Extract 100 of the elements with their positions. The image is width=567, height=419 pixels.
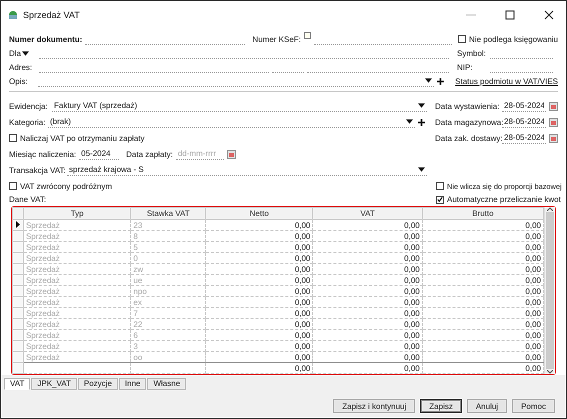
caret-icon[interactable] <box>418 103 425 108</box>
table-cell: 0,00 <box>312 340 422 352</box>
table-cell: 23 <box>130 220 206 230</box>
scroll-down-icon[interactable] <box>547 370 553 374</box>
plus-icon[interactable] <box>437 78 444 84</box>
vat-transaction-dropdown[interactable]: sprzedaż krajowa - S <box>67 164 427 176</box>
table-cell: 0,00 <box>422 230 544 242</box>
checkbox[interactable] <box>436 196 444 204</box>
table-cell: 0,00 <box>422 330 544 340</box>
column-header[interactable]: Brutto <box>422 208 544 220</box>
field-label: Opis: <box>9 76 29 86</box>
vies-status-link[interactable]: Status podmiotu w VAT/VIES <box>455 76 558 86</box>
table-cell: 0,00 <box>312 308 422 318</box>
month-field[interactable]: 05-2024 <box>79 148 120 160</box>
payment-date-field[interactable]: dd-mm-rrrr <box>176 148 224 160</box>
info-icon <box>304 32 311 39</box>
table-cell: ue <box>130 274 206 286</box>
checkbox-label: VAT zwrócony podróżnym <box>20 182 112 190</box>
field-label: Data wystawienia: <box>435 102 499 110</box>
checkbox[interactable] <box>458 35 466 43</box>
combo-value: (brak) <box>50 117 71 126</box>
close-icon <box>544 10 554 20</box>
table-cell: 8 <box>130 230 206 242</box>
table-cell: Sprzedaż <box>23 296 131 308</box>
field-label: NIP: <box>457 62 474 72</box>
tab[interactable]: Inne <box>118 378 146 390</box>
plus-icon[interactable] <box>418 118 425 126</box>
table-cell: Sprzedaż <box>23 264 131 274</box>
table-cell: 0,00 <box>312 264 422 274</box>
table-cell: 0,00 <box>312 274 422 286</box>
section-label: Dane VAT: <box>9 195 46 204</box>
column-header[interactable]: Stawka VAT <box>130 208 206 220</box>
save-button[interactable]: Zapisz <box>420 399 462 413</box>
field-label: Numer dokumentu: <box>9 34 82 44</box>
table-cell: 0,00 <box>422 242 544 252</box>
table-cell: oo <box>130 352 206 362</box>
table-cell: 0,00 <box>206 264 313 274</box>
table-cell: 0,00 <box>422 264 544 274</box>
field-label: Transakcja VAT: <box>9 166 64 174</box>
checkbox-label: Automatyczne przeliczanie kwot <box>447 195 561 204</box>
field-label: Numer KSeF: <box>252 34 301 44</box>
table-cell: 0,00 <box>206 286 313 296</box>
cancel-button[interactable]: Anuluj <box>466 399 508 413</box>
category-dropdown[interactable]: (brak) <box>48 116 415 128</box>
save-continue-button[interactable]: Zapisz i kontynuuj <box>333 399 416 413</box>
checkbox[interactable] <box>9 182 17 190</box>
table-cell: npo <box>130 286 206 296</box>
table-cell: Sprzedaż <box>23 330 131 340</box>
checkbox[interactable] <box>9 134 17 142</box>
total-cell: 0,00 <box>312 362 422 374</box>
table-cell: 0,00 <box>312 220 422 230</box>
table-cell: 6 <box>130 330 206 340</box>
register-dropdown[interactable]: Faktury VAT (sprzedaż) <box>52 100 427 112</box>
column-header[interactable]: VAT <box>312 208 422 220</box>
caret-icon[interactable] <box>425 78 432 83</box>
table-cell: 0,00 <box>206 274 313 286</box>
description-field[interactable] <box>38 76 434 86</box>
table-cell: 0,00 <box>312 242 422 252</box>
table-cell: 7 <box>130 308 206 318</box>
row-indicator[interactable] <box>12 220 24 230</box>
combo-value: Faktury VAT (sprzedaż) <box>54 101 138 110</box>
scrollbar-thumb[interactable] <box>546 212 554 369</box>
table-cell: 0,00 <box>206 318 313 330</box>
table-cell: 0,00 <box>312 318 422 330</box>
caret-icon[interactable] <box>22 50 30 56</box>
app-logo-icon <box>8 10 18 20</box>
column-header[interactable]: Netto <box>206 208 313 220</box>
scroll-up-icon[interactable] <box>547 207 553 211</box>
column-header[interactable]: Typ <box>23 208 131 220</box>
field-label: Ewidencja: <box>9 102 49 110</box>
caret-icon[interactable] <box>406 119 413 124</box>
table-cell: ex <box>130 296 206 308</box>
tab[interactable]: Pozycje <box>78 378 118 390</box>
table-cell: Sprzedaż <box>23 274 131 286</box>
checkbox[interactable] <box>436 182 444 190</box>
field-label: Miesiąc naliczenia: <box>9 150 76 158</box>
table-cell: Sprzedaż <box>23 318 131 330</box>
total-cell: 0,00 <box>206 362 313 374</box>
tab[interactable]: Własne <box>147 378 186 390</box>
table-cell: 0,00 <box>422 296 544 308</box>
table-cell: 0,00 <box>206 308 313 318</box>
tab[interactable]: JPK_VAT <box>31 378 77 390</box>
maximize-icon <box>505 10 515 20</box>
table-cell: 0,00 <box>312 230 422 242</box>
table-cell: Sprzedaż <box>23 252 131 264</box>
field-label: Data zapłaty: <box>126 150 173 158</box>
window-title: Sprzedaż VAT <box>23 10 80 20</box>
field-label: Adres: <box>9 62 34 72</box>
help-button[interactable]: Pomoc <box>512 399 555 413</box>
caret-icon[interactable] <box>418 167 425 172</box>
table-cell: 0,00 <box>206 242 313 252</box>
table-cell: 5 <box>130 242 206 252</box>
scrollbar[interactable] <box>544 207 555 374</box>
table-cell: 0,00 <box>312 330 422 340</box>
checkbox-label: Nie podlega księgowaniu <box>469 34 558 44</box>
tab[interactable]: VAT <box>4 378 30 390</box>
table-cell: 0,00 <box>422 286 544 296</box>
calendar-icon[interactable] <box>226 150 236 158</box>
table-cell: 22 <box>130 318 206 330</box>
checkbox-label: Naliczaj VAT po otrzymaniu zapłaty <box>20 134 144 142</box>
